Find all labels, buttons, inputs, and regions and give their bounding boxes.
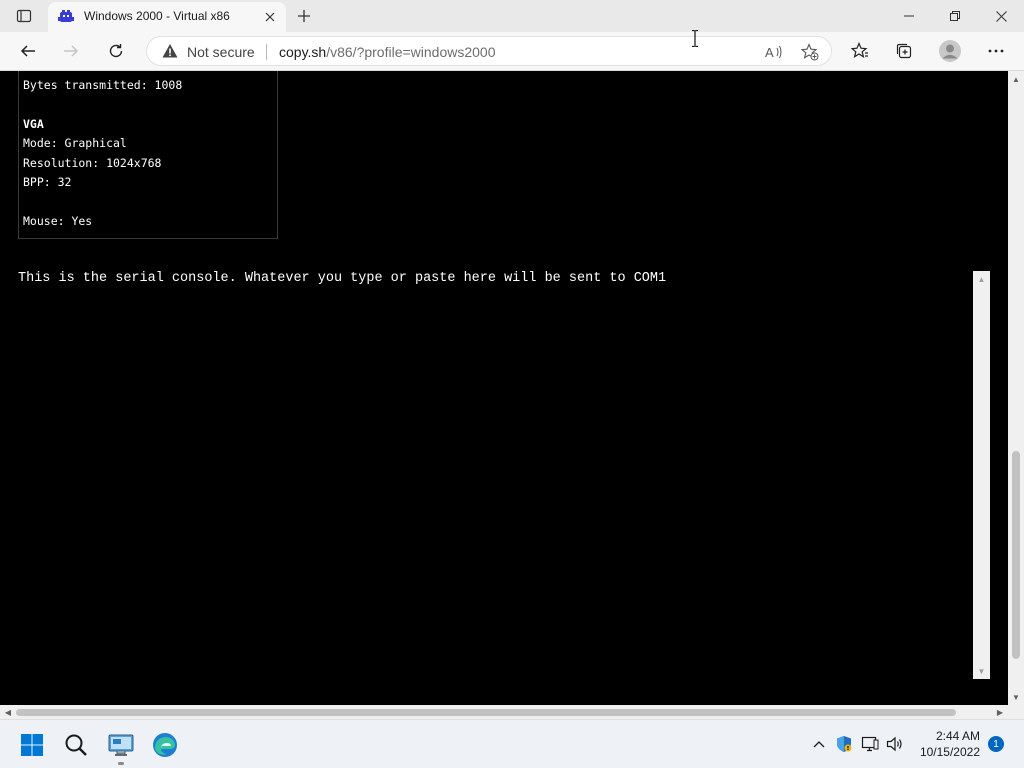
forward-icon[interactable] — [56, 37, 86, 65]
url-domain: copy.sh — [279, 44, 327, 60]
scroll-right-icon[interactable]: ▶ — [992, 705, 1008, 719]
search-icon[interactable] — [58, 728, 94, 762]
close-window-icon[interactable] — [978, 0, 1024, 32]
vga-resolution-line: Resolution: 1024x768 — [23, 156, 162, 170]
vga-heading: VGA — [23, 117, 44, 131]
edge-browser-icon[interactable] — [147, 728, 183, 762]
page-horizontal-scrollbar[interactable]: ◀ ▶ — [0, 705, 1008, 719]
scroll-up-icon[interactable]: ▲ — [1008, 71, 1024, 87]
v86-favicon-icon — [58, 9, 74, 25]
favorites-icon[interactable] — [845, 37, 875, 65]
serial-console-text: This is the serial console. Whatever you… — [18, 271, 667, 286]
text-cursor-icon — [690, 29, 700, 48]
scroll-up-icon[interactable]: ▲ — [973, 271, 990, 287]
warning-icon[interactable] — [162, 43, 178, 59]
vga-bpp-line: BPP: 32 — [23, 175, 72, 189]
scroll-down-icon[interactable]: ▼ — [1008, 689, 1024, 705]
tab-active[interactable]: Windows 2000 - Virtual x86 — [48, 2, 286, 32]
start-icon[interactable] — [14, 728, 50, 762]
browser-window: Windows 2000 - Virtual x86 Not secure co… — [0, 0, 1024, 768]
emulator-info-panel: Bytes transmitted: 1008 VGA Mode: Graphi… — [18, 71, 278, 239]
add-favorite-icon[interactable] — [799, 41, 821, 63]
close-tab-icon[interactable] — [262, 9, 278, 25]
page-vertical-scrollbar[interactable]: ▲ ▼ — [1008, 71, 1024, 705]
chevron-up-icon[interactable] — [809, 734, 829, 754]
remote-desktop-icon[interactable] — [103, 728, 139, 762]
profile-avatar-icon[interactable] — [935, 37, 965, 65]
refresh-icon[interactable] — [101, 37, 131, 65]
scrollbar-corner — [1008, 705, 1024, 719]
tab-title: Windows 2000 - Virtual x86 — [84, 9, 230, 23]
svg-text:A: A — [765, 45, 774, 60]
security-shield-icon[interactable] — [834, 734, 854, 754]
bytes-transmitted-line: Bytes transmitted: 1008 — [23, 78, 183, 92]
system-clock[interactable]: 2:44 AM 10/15/2022 — [914, 728, 980, 760]
minimize-icon[interactable] — [886, 0, 932, 32]
tab-strip: Windows 2000 - Virtual x86 — [0, 0, 1024, 32]
scroll-left-icon[interactable]: ◀ — [0, 705, 16, 719]
tab-actions-icon[interactable] — [8, 4, 40, 28]
serial-console-scrollbar[interactable]: ▲ ▼ — [973, 271, 990, 679]
more-options-icon[interactable] — [981, 37, 1011, 65]
mouse-status-line: Mouse: Yes — [23, 214, 93, 228]
collections-icon[interactable] — [889, 37, 919, 65]
clock-date: 10/15/2022 — [919, 745, 980, 759]
network-icon[interactable] — [860, 734, 880, 754]
address-bar[interactable]: Not secure copy.sh/v86/?profile=windows2… — [146, 36, 832, 66]
url-text[interactable]: copy.sh/v86/?profile=windows2000 — [279, 44, 496, 60]
restore-icon[interactable] — [932, 0, 978, 32]
vga-mode-line: Mode: Graphical — [23, 136, 127, 150]
scroll-down-icon[interactable]: ▼ — [973, 663, 990, 679]
back-icon[interactable] — [13, 37, 43, 65]
read-aloud-icon[interactable]: A — [763, 41, 785, 63]
browser-toolbar: Not secure copy.sh/v86/?profile=windows2… — [0, 32, 1024, 71]
vertical-scroll-thumb[interactable] — [1012, 451, 1020, 659]
active-app-indicator — [118, 762, 124, 765]
taskbar: 2:44 AM 10/15/2022 1 — [0, 719, 1024, 768]
security-label[interactable]: Not secure — [187, 44, 255, 60]
new-tab-icon[interactable] — [292, 5, 316, 27]
clock-time: 2:44 AM — [935, 729, 980, 743]
notification-badge[interactable]: 1 — [988, 736, 1004, 752]
horizontal-scroll-thumb[interactable] — [16, 709, 956, 716]
volume-icon[interactable] — [885, 734, 905, 754]
address-divider — [266, 44, 267, 60]
serial-console[interactable]: This is the serial console. Whatever you… — [18, 271, 990, 679]
page-content: Bytes transmitted: 1008 VGA Mode: Graphi… — [0, 71, 1008, 705]
url-path: /v86/?profile=windows2000 — [326, 44, 496, 60]
